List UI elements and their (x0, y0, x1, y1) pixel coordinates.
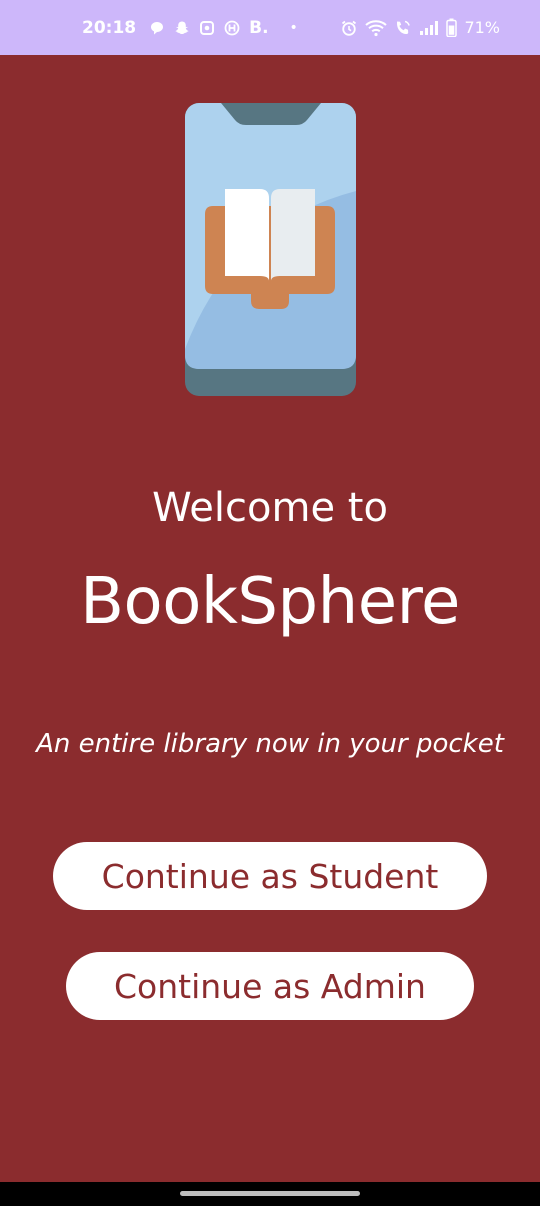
alarm-icon (340, 19, 358, 37)
snapchat-icon (174, 20, 190, 36)
navigation-bar (0, 1182, 540, 1206)
app-icon (199, 20, 215, 36)
h-logo-icon (224, 20, 240, 36)
welcome-heading: Welcome to (152, 485, 388, 531)
status-time: 20:18 (82, 17, 137, 38)
wifi-call-icon (394, 19, 412, 37)
signal-icon (419, 20, 439, 36)
welcome-screen: 20:18 B. • 71% Welcome to BookSphere An … (0, 0, 540, 1206)
app-title: BookSphere (80, 565, 460, 639)
battery-percent: 71% (464, 18, 500, 37)
continue-as-admin-button[interactable]: Continue as Admin (66, 952, 474, 1020)
status-bar: 20:18 B. • 71% (0, 0, 540, 55)
tagline: An entire library now in your pocket (36, 729, 504, 759)
b-app-icon: B. (249, 17, 269, 38)
chat-bubble-icon (149, 20, 165, 36)
battery-icon (446, 18, 458, 37)
status-left: 20:18 B. • (82, 0, 298, 55)
phone-book-icon (185, 103, 356, 396)
status-right: 71% (340, 0, 500, 55)
home-handle[interactable] (180, 1191, 360, 1196)
continue-as-student-button[interactable]: Continue as Student (53, 842, 487, 910)
wifi-icon (365, 19, 388, 37)
notification-dot: • (289, 19, 298, 36)
